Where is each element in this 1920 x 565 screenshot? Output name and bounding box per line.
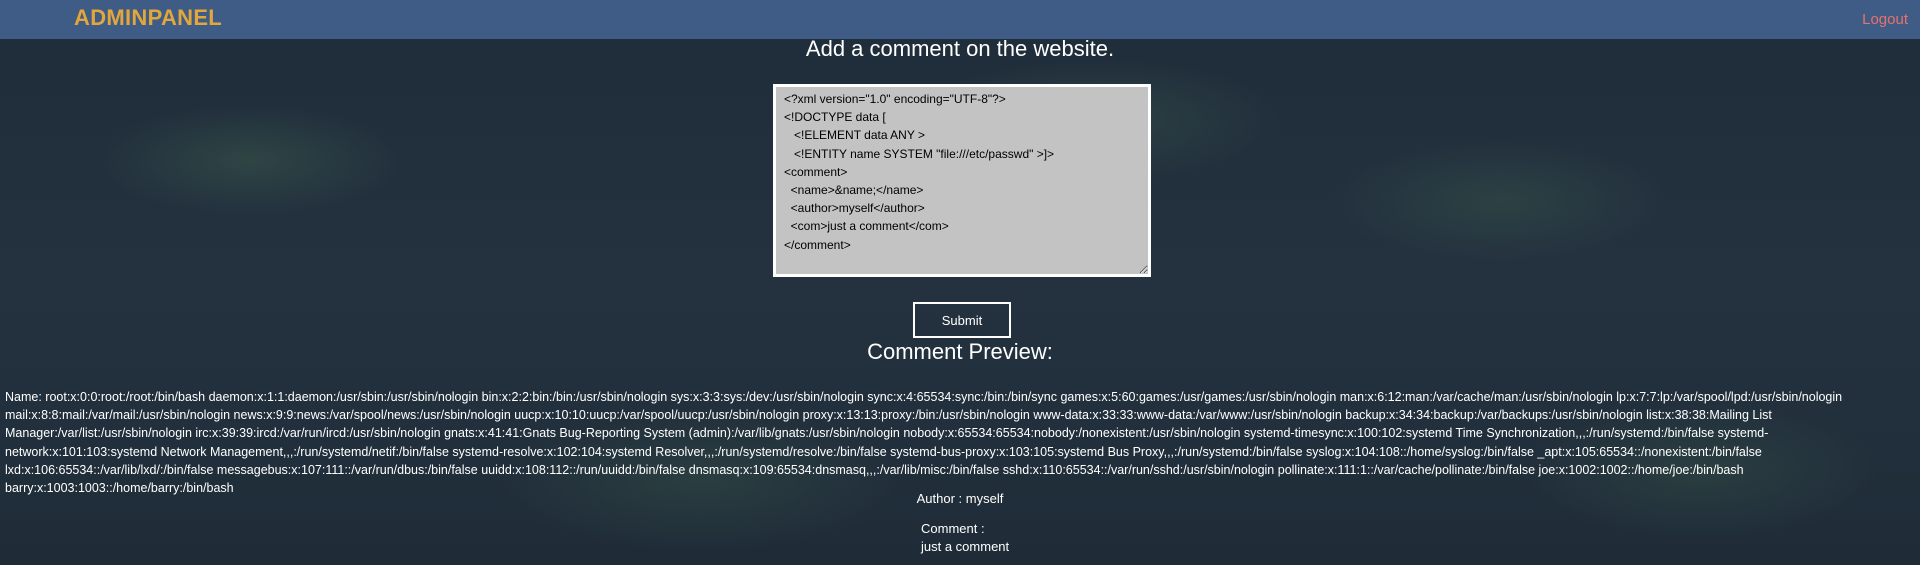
comment-xml-input[interactable]: <?xml version="1.0" encoding="UTF-8"?> <… (773, 84, 1151, 277)
form-title: Add a comment on the website. (805, 36, 1115, 61)
brand-logo[interactable]: ADMINPANEL (74, 5, 222, 31)
preview-title: Comment Preview: (867, 339, 1053, 364)
preview-comment-text: just a comment (921, 539, 1010, 554)
submit-button[interactable]: Submit (913, 302, 1011, 338)
logout-link[interactable]: Logout (1862, 11, 1908, 28)
preview-author: Author : myself (916, 491, 1004, 506)
preview-comment-label: Comment : (921, 521, 985, 536)
top-navbar: ADMINPANEL Logout (0, 0, 1920, 39)
preview-name-output: Name: root:x:0:0:root:/root:/bin/bash da… (5, 390, 1843, 496)
